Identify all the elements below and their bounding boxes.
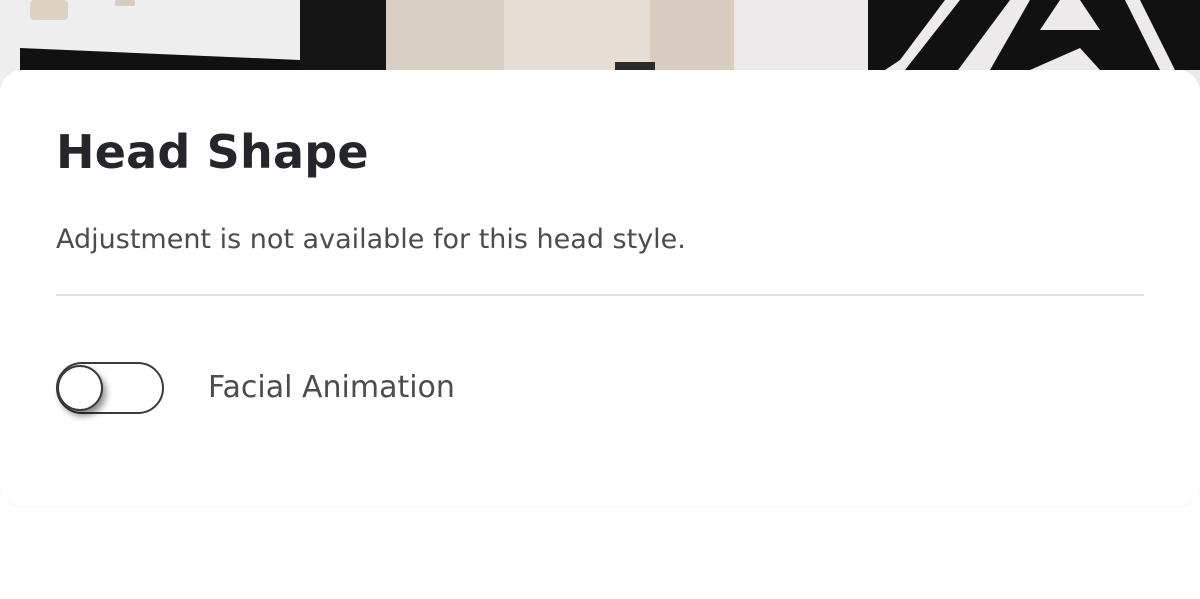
divider <box>56 294 1144 296</box>
app-screen: Head Shape Adjustment is not available f… <box>0 0 1200 599</box>
head-shape-panel: Head Shape Adjustment is not available f… <box>0 70 1200 506</box>
facial-animation-toggle[interactable] <box>56 362 164 414</box>
panel-subtitle: Adjustment is not available for this hea… <box>56 224 686 255</box>
toggle-knob <box>57 365 103 411</box>
facial-animation-label: Facial Animation <box>208 370 455 405</box>
panel-title: Head Shape <box>56 125 369 179</box>
facial-animation-row: Facial Animation <box>56 360 455 416</box>
